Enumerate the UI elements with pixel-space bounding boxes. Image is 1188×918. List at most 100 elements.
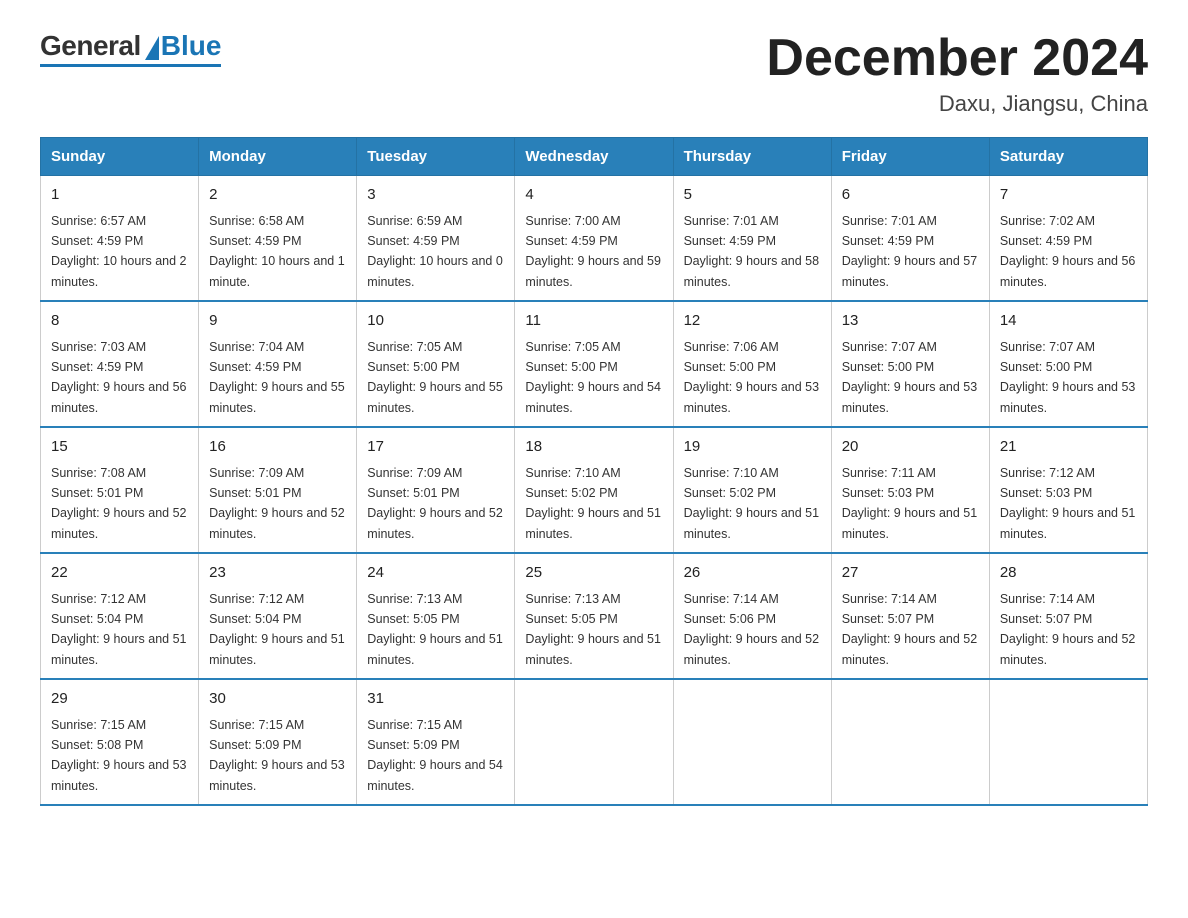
day-number: 26 <box>684 562 821 585</box>
day-number: 30 <box>209 688 346 711</box>
calendar-cell: 2 Sunrise: 6:58 AMSunset: 4:59 PMDayligh… <box>199 176 357 302</box>
calendar-cell: 31 Sunrise: 7:15 AMSunset: 5:09 PMDaylig… <box>357 679 515 805</box>
day-number: 9 <box>209 310 346 333</box>
day-info: Sunrise: 7:15 AMSunset: 5:09 PMDaylight:… <box>367 718 503 793</box>
calendar-cell: 30 Sunrise: 7:15 AMSunset: 5:09 PMDaylig… <box>199 679 357 805</box>
calendar-cell: 5 Sunrise: 7:01 AMSunset: 4:59 PMDayligh… <box>673 176 831 302</box>
logo-blue-text: Blue <box>161 30 222 62</box>
day-info: Sunrise: 7:14 AMSunset: 5:06 PMDaylight:… <box>684 592 820 667</box>
calendar-cell: 3 Sunrise: 6:59 AMSunset: 4:59 PMDayligh… <box>357 176 515 302</box>
calendar-cell: 15 Sunrise: 7:08 AMSunset: 5:01 PMDaylig… <box>41 427 199 553</box>
day-info: Sunrise: 7:13 AMSunset: 5:05 PMDaylight:… <box>367 592 503 667</box>
page-subtitle: Daxu, Jiangsu, China <box>766 91 1148 117</box>
day-number: 31 <box>367 688 504 711</box>
calendar-cell: 28 Sunrise: 7:14 AMSunset: 5:07 PMDaylig… <box>989 553 1147 679</box>
day-info: Sunrise: 7:02 AMSunset: 4:59 PMDaylight:… <box>1000 214 1136 289</box>
header-monday: Monday <box>199 138 357 176</box>
day-number: 28 <box>1000 562 1137 585</box>
day-info: Sunrise: 7:10 AMSunset: 5:02 PMDaylight:… <box>684 466 820 541</box>
day-info: Sunrise: 7:10 AMSunset: 5:02 PMDaylight:… <box>525 466 661 541</box>
day-info: Sunrise: 7:15 AMSunset: 5:09 PMDaylight:… <box>209 718 345 793</box>
header-row: SundayMondayTuesdayWednesdayThursdayFrid… <box>41 138 1148 176</box>
calendar-cell: 23 Sunrise: 7:12 AMSunset: 5:04 PMDaylig… <box>199 553 357 679</box>
day-info: Sunrise: 7:08 AMSunset: 5:01 PMDaylight:… <box>51 466 187 541</box>
day-number: 22 <box>51 562 188 585</box>
day-number: 15 <box>51 436 188 459</box>
day-info: Sunrise: 7:12 AMSunset: 5:03 PMDaylight:… <box>1000 466 1136 541</box>
header-friday: Friday <box>831 138 989 176</box>
calendar-cell <box>989 679 1147 805</box>
day-number: 29 <box>51 688 188 711</box>
calendar-cell: 8 Sunrise: 7:03 AMSunset: 4:59 PMDayligh… <box>41 301 199 427</box>
calendar-cell <box>673 679 831 805</box>
calendar-cell: 21 Sunrise: 7:12 AMSunset: 5:03 PMDaylig… <box>989 427 1147 553</box>
day-info: Sunrise: 7:07 AMSunset: 5:00 PMDaylight:… <box>842 340 978 415</box>
day-info: Sunrise: 7:05 AMSunset: 5:00 PMDaylight:… <box>525 340 661 415</box>
calendar-cell: 11 Sunrise: 7:05 AMSunset: 5:00 PMDaylig… <box>515 301 673 427</box>
calendar-cell <box>515 679 673 805</box>
day-info: Sunrise: 7:09 AMSunset: 5:01 PMDaylight:… <box>209 466 345 541</box>
calendar-cell: 1 Sunrise: 6:57 AMSunset: 4:59 PMDayligh… <box>41 176 199 302</box>
day-number: 13 <box>842 310 979 333</box>
calendar-cell: 29 Sunrise: 7:15 AMSunset: 5:08 PMDaylig… <box>41 679 199 805</box>
calendar-cell: 16 Sunrise: 7:09 AMSunset: 5:01 PMDaylig… <box>199 427 357 553</box>
calendar-cell: 25 Sunrise: 7:13 AMSunset: 5:05 PMDaylig… <box>515 553 673 679</box>
day-number: 7 <box>1000 184 1137 207</box>
day-number: 16 <box>209 436 346 459</box>
day-info: Sunrise: 7:01 AMSunset: 4:59 PMDaylight:… <box>842 214 978 289</box>
day-number: 18 <box>525 436 662 459</box>
day-number: 3 <box>367 184 504 207</box>
day-number: 20 <box>842 436 979 459</box>
week-row-2: 8 Sunrise: 7:03 AMSunset: 4:59 PMDayligh… <box>41 301 1148 427</box>
header-thursday: Thursday <box>673 138 831 176</box>
day-info: Sunrise: 6:59 AMSunset: 4:59 PMDaylight:… <box>367 214 503 289</box>
calendar-cell: 27 Sunrise: 7:14 AMSunset: 5:07 PMDaylig… <box>831 553 989 679</box>
day-number: 11 <box>525 310 662 333</box>
day-number: 8 <box>51 310 188 333</box>
day-info: Sunrise: 7:12 AMSunset: 5:04 PMDaylight:… <box>209 592 345 667</box>
calendar-cell: 20 Sunrise: 7:11 AMSunset: 5:03 PMDaylig… <box>831 427 989 553</box>
title-block: December 2024 Daxu, Jiangsu, China <box>766 30 1148 117</box>
day-number: 1 <box>51 184 188 207</box>
day-info: Sunrise: 7:07 AMSunset: 5:00 PMDaylight:… <box>1000 340 1136 415</box>
day-number: 24 <box>367 562 504 585</box>
header-tuesday: Tuesday <box>357 138 515 176</box>
calendar-cell: 18 Sunrise: 7:10 AMSunset: 5:02 PMDaylig… <box>515 427 673 553</box>
calendar-cell: 12 Sunrise: 7:06 AMSunset: 5:00 PMDaylig… <box>673 301 831 427</box>
day-info: Sunrise: 7:11 AMSunset: 5:03 PMDaylight:… <box>842 466 978 541</box>
logo-underline <box>40 64 221 67</box>
day-info: Sunrise: 7:03 AMSunset: 4:59 PMDaylight:… <box>51 340 187 415</box>
day-info: Sunrise: 7:13 AMSunset: 5:05 PMDaylight:… <box>525 592 661 667</box>
day-number: 17 <box>367 436 504 459</box>
day-number: 14 <box>1000 310 1137 333</box>
week-row-4: 22 Sunrise: 7:12 AMSunset: 5:04 PMDaylig… <box>41 553 1148 679</box>
calendar-cell: 26 Sunrise: 7:14 AMSunset: 5:06 PMDaylig… <box>673 553 831 679</box>
day-number: 2 <box>209 184 346 207</box>
day-info: Sunrise: 7:00 AMSunset: 4:59 PMDaylight:… <box>525 214 661 289</box>
calendar-cell: 7 Sunrise: 7:02 AMSunset: 4:59 PMDayligh… <box>989 176 1147 302</box>
logo-triangle-icon <box>145 36 159 60</box>
day-number: 27 <box>842 562 979 585</box>
day-number: 6 <box>842 184 979 207</box>
header-sunday: Sunday <box>41 138 199 176</box>
day-number: 12 <box>684 310 821 333</box>
day-info: Sunrise: 7:04 AMSunset: 4:59 PMDaylight:… <box>209 340 345 415</box>
calendar-cell <box>831 679 989 805</box>
day-number: 21 <box>1000 436 1137 459</box>
calendar-header: SundayMondayTuesdayWednesdayThursdayFrid… <box>41 138 1148 176</box>
day-number: 19 <box>684 436 821 459</box>
week-row-1: 1 Sunrise: 6:57 AMSunset: 4:59 PMDayligh… <box>41 176 1148 302</box>
logo-general-text: General <box>40 30 141 62</box>
calendar-cell: 10 Sunrise: 7:05 AMSunset: 5:00 PMDaylig… <box>357 301 515 427</box>
calendar-table: SundayMondayTuesdayWednesdayThursdayFrid… <box>40 137 1148 806</box>
day-info: Sunrise: 7:12 AMSunset: 5:04 PMDaylight:… <box>51 592 187 667</box>
day-number: 4 <box>525 184 662 207</box>
calendar-cell: 13 Sunrise: 7:07 AMSunset: 5:00 PMDaylig… <box>831 301 989 427</box>
calendar-cell: 6 Sunrise: 7:01 AMSunset: 4:59 PMDayligh… <box>831 176 989 302</box>
calendar-cell: 9 Sunrise: 7:04 AMSunset: 4:59 PMDayligh… <box>199 301 357 427</box>
day-info: Sunrise: 7:06 AMSunset: 5:00 PMDaylight:… <box>684 340 820 415</box>
week-row-5: 29 Sunrise: 7:15 AMSunset: 5:08 PMDaylig… <box>41 679 1148 805</box>
page-header: General Blue December 2024 Daxu, Jiangsu… <box>40 30 1148 117</box>
page-title: December 2024 <box>766 30 1148 87</box>
calendar-cell: 4 Sunrise: 7:00 AMSunset: 4:59 PMDayligh… <box>515 176 673 302</box>
